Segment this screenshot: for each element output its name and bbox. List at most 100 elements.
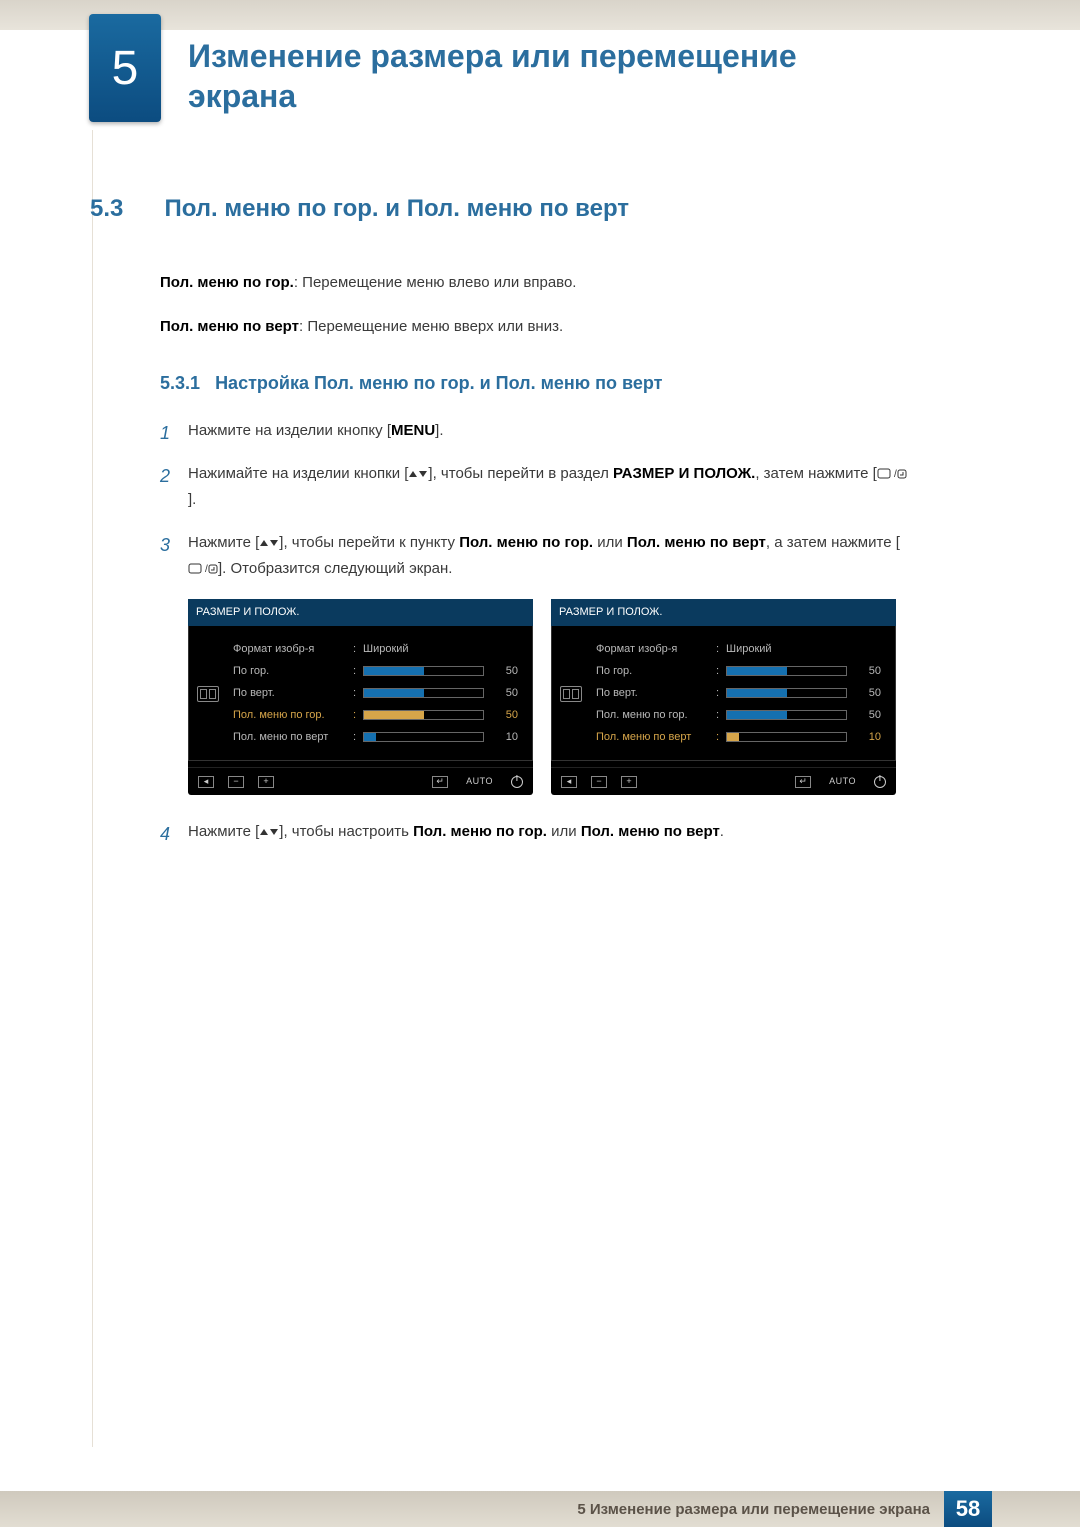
minus-icon: −	[591, 776, 607, 788]
intro-p1-bold: Пол. меню по гор.	[160, 274, 294, 291]
step2-a: Нажимайте на изделии кнопки [	[188, 465, 408, 482]
minus-icon: −	[228, 776, 244, 788]
osd-value: Широкий	[363, 640, 413, 659]
osd-row-menu-h: Пол. меню по гор. : 50	[596, 704, 881, 726]
osd-value: 10	[855, 728, 881, 747]
step3-or: или	[593, 534, 627, 551]
slider-bar	[363, 710, 484, 720]
osd-label: По гор.	[233, 662, 353, 681]
step-4: 4 Нажмите [], чтобы настроить Пол. меню …	[160, 819, 910, 845]
step4-b: ], чтобы настроить	[279, 823, 413, 840]
subsection-heading: 5.3.1 Настройка Пол. меню по гор. и Пол.…	[160, 369, 910, 398]
step1-a: Нажмите на изделии кнопку [	[188, 422, 391, 439]
step2-b: ], чтобы перейти в раздел	[428, 465, 613, 482]
subsection-number: 5.3.1	[160, 373, 200, 393]
osd-label: Пол. меню по гор.	[233, 706, 353, 725]
step3-bold2: Пол. меню по верт	[627, 534, 766, 551]
power-icon	[874, 776, 886, 788]
step-1: 1 Нажмите на изделии кнопку [MENU].	[160, 418, 910, 444]
footer-text: 5 Изменение размера или перемещение экра…	[577, 1501, 944, 1518]
back-icon: ◂	[198, 776, 214, 788]
chapter-number-badge: 5	[89, 14, 161, 122]
slider-bar	[363, 732, 484, 742]
up-down-icon	[259, 538, 279, 550]
page-top-bar	[0, 0, 1080, 30]
intro-p2-bold: Пол. меню по верт	[160, 318, 299, 335]
step3-bold1: Пол. меню по гор.	[459, 534, 593, 551]
step1-b: ].	[435, 422, 443, 439]
osd-label: Пол. меню по верт	[596, 728, 716, 747]
osd-label: По верт.	[596, 684, 716, 703]
chapter-number: 5	[112, 41, 139, 96]
enter-icon: ↵	[432, 776, 448, 788]
steps-list: 1 Нажмите на изделии кнопку [MENU]. 2 На…	[160, 418, 910, 845]
back-icon: ◂	[561, 776, 577, 788]
osd-row-vpos: По верт. : 50	[596, 682, 881, 704]
osd-value: 50	[855, 706, 881, 725]
slider-fill	[364, 711, 424, 719]
step4-a: Нажмите [	[188, 823, 259, 840]
slider-fill	[727, 733, 739, 741]
chapter-title-line2: экрана	[188, 78, 296, 114]
slider-fill	[727, 711, 787, 719]
intro-p1-rest: : Перемещение меню влево или вправо.	[294, 274, 577, 291]
step4-c: .	[720, 823, 724, 840]
slider-bar	[363, 666, 484, 676]
step2-c: , затем нажмите [	[755, 465, 876, 482]
osd-label: По верт.	[233, 684, 353, 703]
osd-footer-right: ↵ AUTO	[795, 774, 886, 789]
subsection-title: Настройка Пол. меню по гор. и Пол. меню …	[215, 373, 662, 393]
up-down-icon	[259, 827, 279, 839]
intro-p1: Пол. меню по гор.: Перемещение меню влев…	[160, 271, 910, 295]
osd-value: 50	[492, 662, 518, 681]
step-number: 1	[160, 418, 170, 449]
source-enter-icon: /	[188, 562, 218, 576]
slider-bar	[726, 688, 847, 698]
svg-text:/: /	[894, 469, 897, 480]
step2-d: ].	[188, 491, 196, 508]
step4-or: или	[547, 823, 581, 840]
osd-footer-left: ◂ − +	[198, 776, 274, 788]
osd-value: Широкий	[726, 640, 776, 659]
step3-a: Нажмите [	[188, 534, 259, 551]
intro-p2-rest: : Перемещение меню вверх или вниз.	[299, 318, 563, 335]
page-footer: 5 Изменение размера или перемещение экра…	[0, 1491, 1080, 1527]
auto-label: AUTO	[829, 774, 856, 789]
step-3: 3 Нажмите [], чтобы перейти к пункту Пол…	[160, 530, 910, 795]
osd-footer-left: ◂ − +	[561, 776, 637, 788]
osd-body: Формат изобр-я : Широкий По гор. : 50	[551, 626, 896, 761]
intro-p2: Пол. меню по верт: Перемещение меню ввер…	[160, 315, 910, 339]
section-number: 5.3	[90, 195, 160, 223]
plus-icon: +	[258, 776, 274, 788]
osd-label: По гор.	[596, 662, 716, 681]
slider-bar	[726, 666, 847, 676]
section-body: Пол. меню по гор.: Перемещение меню влев…	[160, 271, 910, 845]
step3-b: ], чтобы перейти к пункту	[279, 534, 459, 551]
osd-header: РАЗМЕР И ПОЛОЖ.	[551, 599, 896, 626]
step2-bold: РАЗМЕР И ПОЛОЖ.	[613, 465, 755, 482]
auto-label: AUTO	[466, 774, 493, 789]
page-number: 58	[944, 1491, 992, 1527]
osd-footer: ◂ − + ↵ AUTO	[551, 767, 896, 791]
slider-fill	[727, 667, 787, 675]
step4-bold2: Пол. меню по верт	[581, 823, 720, 840]
osd-row-menu-v-selected: Пол. меню по верт : 10	[596, 726, 881, 748]
chapter-title: Изменение размера или перемещение экрана	[188, 36, 797, 116]
osd-row-hpos: По гор. : 50	[596, 660, 881, 682]
layout-icon	[560, 686, 582, 702]
source-enter-icon: /	[877, 467, 907, 481]
osd-label: Формат изобр-я	[233, 640, 353, 659]
osd-row-format: Формат изобр-я : Широкий	[596, 638, 881, 660]
step-number: 4	[160, 819, 170, 850]
slider-bar	[726, 710, 847, 720]
osd-label: Формат изобр-я	[596, 640, 716, 659]
step4-bold1: Пол. меню по гор.	[413, 823, 547, 840]
osd-footer-right: ↵ AUTO	[432, 774, 523, 789]
section-heading: 5.3 Пол. меню по гор. и Пол. меню по вер…	[90, 195, 910, 223]
osd-row-hpos: По гор. : 50	[233, 660, 518, 682]
slider-fill	[727, 689, 787, 697]
slider-bar	[363, 688, 484, 698]
osd-label: Пол. меню по верт	[233, 728, 353, 747]
power-icon	[511, 776, 523, 788]
osd-panel-right: РАЗМЕР И ПОЛОЖ. Формат изобр-я : Широкий…	[551, 599, 896, 795]
